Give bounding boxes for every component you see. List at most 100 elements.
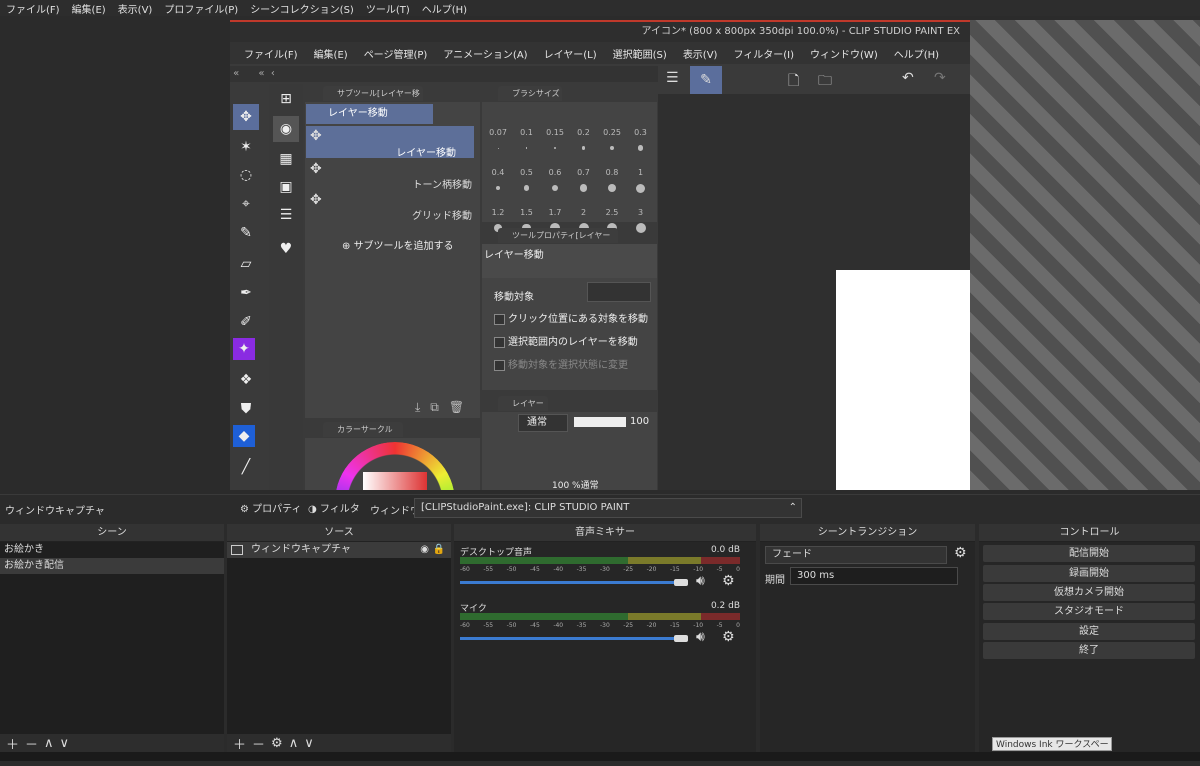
start-recording-button[interactable]: 録画開始 xyxy=(983,565,1195,582)
eyedropper-tool-icon[interactable]: ✎ xyxy=(233,220,259,246)
move-tool-icon[interactable]: ✥ xyxy=(233,104,259,130)
brush-size-label[interactable]: 0.07 xyxy=(486,128,510,137)
duration-input[interactable]: 300 ms xyxy=(790,567,958,585)
speaker-icon[interactable]: 🔊︎ xyxy=(696,629,705,645)
brush-size-label[interactable]: 0.3 xyxy=(629,128,653,137)
add-icon[interactable]: ＋ xyxy=(6,734,19,753)
opacity-value[interactable]: 100 xyxy=(630,416,649,427)
settings-button[interactable]: 設定 xyxy=(983,623,1195,640)
opacity-slider[interactable] xyxy=(574,417,626,427)
brush-size-label[interactable]: 1 xyxy=(629,168,653,177)
brush-size-dot[interactable] xyxy=(579,184,588,192)
menu-tools[interactable]: ツール(T) xyxy=(360,1,416,16)
brush-size-dot[interactable] xyxy=(497,147,499,149)
csp-menu-layer[interactable]: レイヤー(L) xyxy=(536,46,605,61)
start-streaming-button[interactable]: 配信開始 xyxy=(983,545,1195,562)
brush-size-dot[interactable] xyxy=(635,223,646,233)
csp-menu-animation[interactable]: アニメーション(A) xyxy=(435,46,535,61)
brush-size-label[interactable]: 0.6 xyxy=(543,168,567,177)
brush-size-dot[interactable] xyxy=(523,185,530,191)
menu-file[interactable]: ファイル(F) xyxy=(0,1,66,16)
menu-view[interactable]: 表示(V) xyxy=(112,1,159,16)
edit-mode-icon[interactable]: ✎ xyxy=(690,66,722,94)
window-select[interactable]: [CLIPStudioPaint.exe]: CLIP STUDIO PAINT… xyxy=(414,498,802,518)
lock-icon[interactable]: 🔒 xyxy=(433,542,445,558)
undo-icon[interactable]: ↶ xyxy=(902,70,914,86)
down-icon[interactable]: ∨ xyxy=(304,736,314,751)
pen-tool-icon[interactable]: ✒ xyxy=(233,280,259,306)
up-icon[interactable]: ∧ xyxy=(289,736,299,751)
brush-size-label[interactable]: 0.15 xyxy=(543,128,567,137)
layer-tab[interactable]: レイヤー xyxy=(498,396,548,411)
subtool-item-grid-move[interactable]: ✥ グリッド移動 xyxy=(306,190,474,222)
volume-slider[interactable] xyxy=(460,581,686,584)
csp-menu-filter[interactable]: フィルター(I) xyxy=(725,46,802,61)
favorite-group-icon[interactable]: ♥ xyxy=(273,236,299,262)
brush-size-label[interactable]: 0.2 xyxy=(572,128,596,137)
subtool-footer-icons[interactable]: ⤓⧉🗑 xyxy=(415,400,474,415)
menu-scene-collection[interactable]: シーンコレクション(S) xyxy=(244,1,360,16)
volume-slider[interactable] xyxy=(460,637,686,640)
brush-tool-icon[interactable]: ✐ xyxy=(233,309,259,335)
lightbox-group-icon[interactable]: ▦ xyxy=(273,146,299,172)
filters-button[interactable]: ◑ フィルタ xyxy=(308,500,360,515)
csp-menu-page[interactable]: ページ管理(P) xyxy=(356,46,436,61)
decoration-tool-icon[interactable]: ❖ xyxy=(233,367,259,393)
exit-button[interactable]: 終了 xyxy=(983,642,1195,659)
brush-size-dot[interactable] xyxy=(495,185,501,191)
menu-help[interactable]: ヘルプ(H) xyxy=(416,1,473,16)
fill-tool-icon[interactable]: ⛊ xyxy=(233,396,259,422)
layer-move-group-icon[interactable]: ⊞ xyxy=(273,86,299,112)
option-click-position[interactable]: クリック位置にある対象を移動 xyxy=(494,310,648,325)
scene-item[interactable]: お絵かき配信 xyxy=(0,558,224,574)
subtool-item-layer-move[interactable]: ✥ レイヤー移動 xyxy=(306,126,474,159)
brush-size-dot[interactable] xyxy=(636,183,645,193)
brush-size-label[interactable]: 3 xyxy=(629,208,653,217)
transform-group-icon[interactable]: ▣ xyxy=(273,174,299,200)
canvas-area[interactable] xyxy=(658,94,970,490)
add-subtool-button[interactable]: ⊕ サブツールを追加する xyxy=(342,237,454,252)
start-virtual-camera-button[interactable]: 仮想カメラ開始 xyxy=(983,584,1195,601)
csp-menu-window[interactable]: ウィンドウ(W) xyxy=(802,46,886,61)
brush-size-label[interactable]: 1.5 xyxy=(515,208,539,217)
gear-icon[interactable]: ⚙ xyxy=(722,629,735,645)
figure-tool-icon[interactable]: ╱ xyxy=(233,454,259,480)
brush-size-dot[interactable] xyxy=(637,145,644,151)
object-group-icon[interactable]: ◉ xyxy=(273,116,299,142)
csp-menu-edit[interactable]: 編集(E) xyxy=(306,46,356,61)
brush-size-label[interactable]: 0.4 xyxy=(486,168,510,177)
list-group-icon[interactable]: ☰ xyxy=(273,202,299,228)
canvas-page[interactable] xyxy=(836,270,970,490)
menu-profile[interactable]: プロファイル(P) xyxy=(158,1,244,16)
eraser-tool-icon[interactable]: ▱ xyxy=(233,251,259,277)
add-icon[interactable]: ＋ xyxy=(233,734,246,753)
transition-select[interactable]: フェード xyxy=(765,546,947,564)
remove-icon[interactable]: － xyxy=(25,734,38,753)
move-target-selector[interactable] xyxy=(587,282,651,302)
brush-size-tab[interactable]: ブラシサイズ xyxy=(498,86,562,101)
down-icon[interactable]: ∨ xyxy=(60,736,70,751)
brush-size-label[interactable]: 2.5 xyxy=(600,208,624,217)
option-select-target[interactable]: 移動対象を選択状態に変更 xyxy=(494,356,628,371)
brush-size-label[interactable]: 2 xyxy=(572,208,596,217)
wand-tool-icon[interactable]: ✶ xyxy=(233,134,259,160)
redo-icon[interactable]: ↷ xyxy=(934,70,946,86)
lasso-tool-icon[interactable]: ◌ xyxy=(233,162,259,188)
brush-size-dot[interactable] xyxy=(581,146,586,150)
brush-size-label[interactable]: 1.7 xyxy=(543,208,567,217)
speaker-icon[interactable]: 🔊︎ xyxy=(696,573,705,589)
csp-menu-view[interactable]: 表示(V) xyxy=(675,46,726,61)
source-item[interactable]: ウィンドウキャプチャ ◉ 🔒 xyxy=(227,542,451,558)
up-icon[interactable]: ∧ xyxy=(44,736,54,751)
brush-size-label[interactable]: 0.25 xyxy=(600,128,624,137)
volume-knob[interactable] xyxy=(674,635,688,642)
subtool-item-tone-move[interactable]: ✥ トーン柄移動 xyxy=(306,159,474,191)
gear-icon[interactable]: ⚙ xyxy=(271,736,283,751)
studio-mode-button[interactable]: スタジオモード xyxy=(983,603,1195,620)
option-selection-layer[interactable]: 選択範囲内のレイヤーを移動 xyxy=(494,333,638,348)
brush-size-dot[interactable] xyxy=(609,145,615,151)
gradient-tool-icon[interactable]: ◆ xyxy=(233,425,255,447)
remove-icon[interactable]: － xyxy=(252,734,265,753)
brush-size-label[interactable]: 0.5 xyxy=(515,168,539,177)
saturation-square[interactable] xyxy=(363,472,427,490)
